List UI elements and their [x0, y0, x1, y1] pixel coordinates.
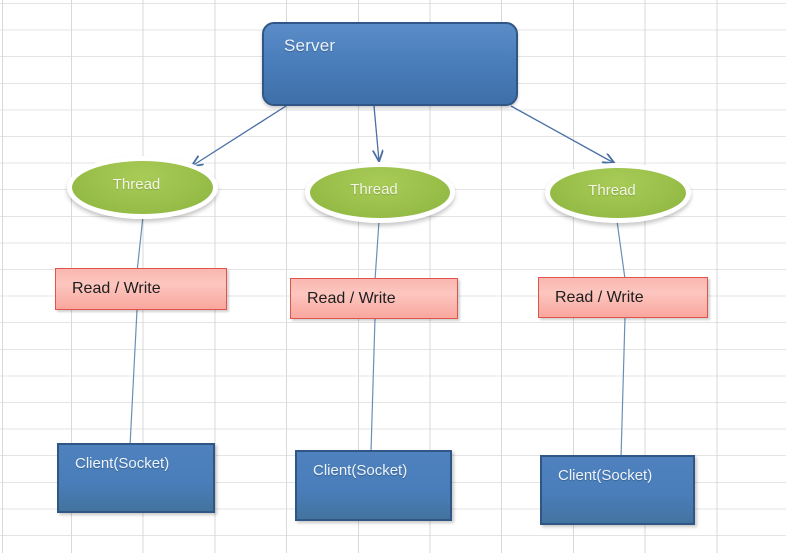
node-client-socket-1[interactable]: Client(Socket)	[57, 443, 215, 513]
connector-thread-client-2	[374, 220, 380, 281]
node-client-socket-3[interactable]: Client(Socket)	[540, 455, 695, 525]
node-client-socket-1-label: Client(Socket)	[75, 455, 170, 472]
node-thread-3[interactable]: Thread	[545, 163, 691, 223]
node-thread-1-label: Thread	[112, 176, 161, 193]
arrow-server-thread-1	[192, 105, 287, 166]
arrow-server-thread-2	[374, 105, 379, 161]
arrow-server-thread-3	[510, 105, 614, 163]
connector-readwrite-client-1	[129, 309, 138, 447]
node-read-write-2-label: Read / Write	[307, 289, 396, 307]
connector-thread-client-3	[616, 220, 626, 280]
node-client-socket-2[interactable]: Client(Socket)	[295, 450, 452, 521]
node-server[interactable]: Server	[262, 22, 518, 106]
node-read-write-1[interactable]: Read / Write	[55, 268, 227, 310]
connector-thread-client-1	[136, 215, 144, 273]
node-server-label: Server	[284, 36, 336, 55]
node-thread-2[interactable]: Thread	[305, 162, 455, 223]
node-read-write-2[interactable]: Read / Write	[290, 278, 458, 319]
node-thread-1[interactable]: Thread	[67, 156, 218, 219]
node-read-write-3-label: Read / Write	[555, 288, 644, 306]
node-client-socket-2-label: Client(Socket)	[313, 462, 408, 479]
diagram-canvas: Server Thread Thread Thread Read / Write…	[0, 0, 786, 553]
node-read-write-3[interactable]: Read / Write	[538, 277, 708, 318]
connector-readwrite-client-2	[370, 317, 376, 453]
node-thread-3-label: Thread	[588, 181, 636, 199]
node-read-write-1-label: Read / Write	[72, 280, 161, 297]
node-thread-2-label: Thread	[350, 181, 398, 198]
node-client-socket-3-label: Client(Socket)	[558, 467, 653, 484]
connector-readwrite-client-3	[620, 316, 626, 459]
